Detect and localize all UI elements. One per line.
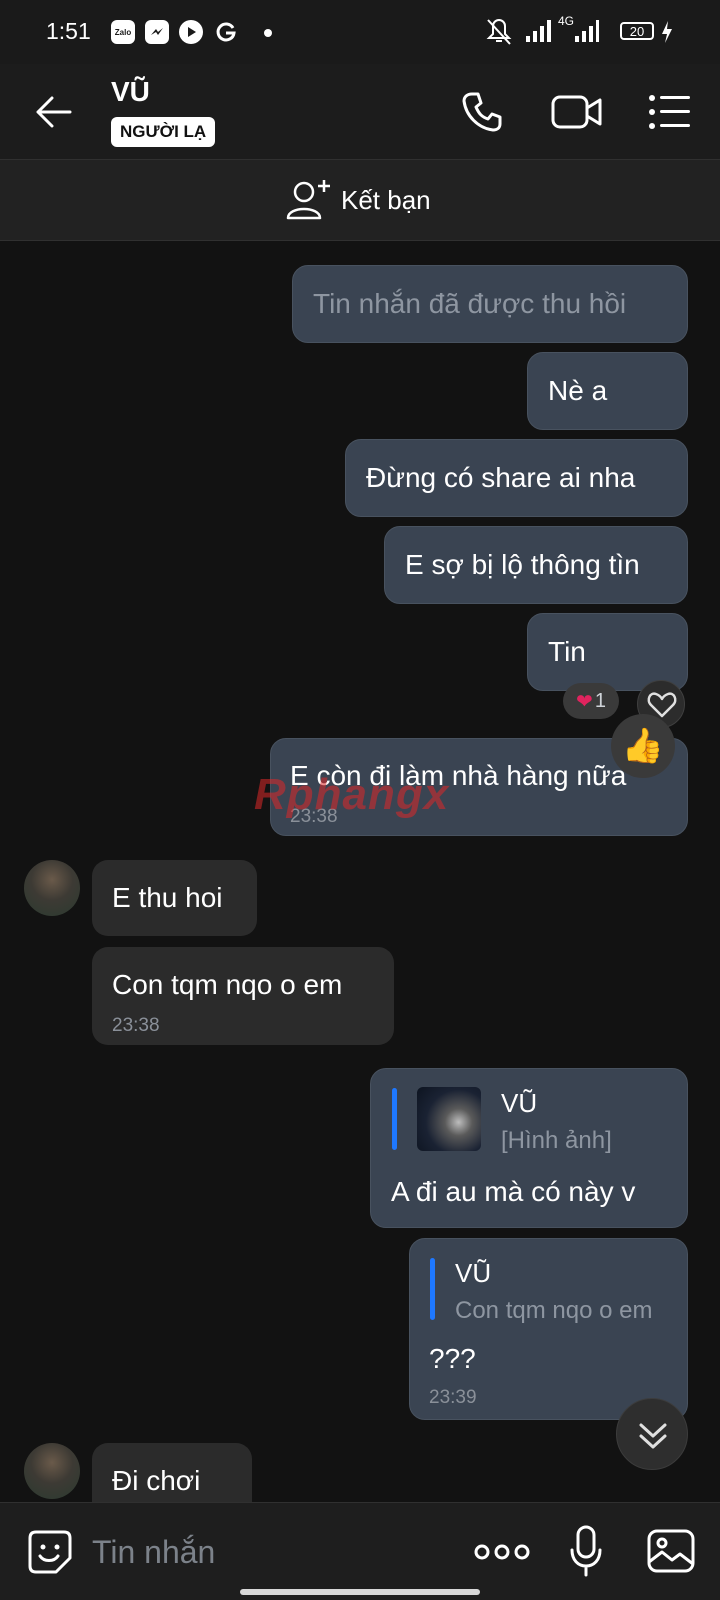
notification-dot [264, 29, 272, 37]
watermark: Rphangx [254, 770, 450, 819]
home-indicator[interactable] [240, 1589, 480, 1595]
received-message-text: Con tqm nqo o em [112, 969, 343, 1000]
quoted-image-thumbnail[interactable] [417, 1087, 481, 1151]
quoted-sender: VŨ [455, 1258, 492, 1288]
heart-icon: ❤ [576, 690, 593, 713]
emoji-icon [28, 1530, 72, 1574]
message-time: 23:39 [429, 1387, 477, 1408]
recalled-message[interactable]: Tin nhắn đã được thu hồi [292, 265, 688, 343]
arrow-left-icon [36, 96, 72, 128]
status-time: 1:51 [46, 18, 91, 44]
sent-message[interactable]: Nè a [527, 352, 688, 430]
avatar[interactable] [24, 1443, 80, 1499]
list-menu-icon [649, 95, 690, 129]
signal-icon-2 [574, 19, 600, 48]
thumbs-up-icon[interactable]: 👍 [611, 714, 675, 778]
sent-message[interactable]: Đừng có share ai nha [345, 439, 688, 517]
chat-header [0, 64, 720, 159]
message-time: 23:38 [112, 1015, 160, 1036]
reply-message-text: A đi au mà có này v [391, 1176, 636, 1207]
voice-record-button[interactable] [568, 1524, 604, 1578]
microphone-icon [570, 1525, 602, 1577]
add-friend-label[interactable]: Kết bạn [341, 185, 431, 216]
sent-message[interactable]: E sợ bị lộ thông tìn [384, 526, 688, 604]
network-type: 4G [558, 14, 575, 28]
video-call-button[interactable] [550, 90, 604, 134]
sticker-button[interactable] [26, 1528, 74, 1576]
mute-icon [484, 18, 514, 51]
quoted-content: [Hình ảnh] [501, 1127, 612, 1154]
back-button[interactable] [32, 90, 76, 134]
google-icon [214, 20, 238, 49]
more-horizontal-icon [474, 1544, 530, 1560]
voice-call-button[interactable] [458, 88, 506, 136]
status-bar [0, 0, 720, 64]
add-friend-icon [286, 178, 332, 225]
received-message[interactable]: E thu hoi [92, 860, 257, 936]
stranger-badge: NGƯỜI LẠ [111, 117, 216, 147]
send-image-button[interactable] [646, 1528, 696, 1574]
contact-name[interactable]: VŨ [111, 76, 150, 108]
menu-button[interactable] [648, 92, 692, 132]
battery-icon: 20 [620, 22, 654, 40]
signal-icon [524, 19, 552, 48]
video-camera-icon [551, 95, 602, 129]
youtube-icon [179, 20, 203, 44]
quoted-content: Con tqm nqo o em [455, 1297, 653, 1324]
reply-message-text: ??? [429, 1343, 476, 1374]
quote-accent-bar [392, 1088, 397, 1150]
zalo-icon: Zalo [111, 20, 135, 44]
messenger-icon [145, 20, 169, 44]
quote-accent-bar [430, 1258, 435, 1320]
scroll-to-bottom-button[interactable] [616, 1398, 688, 1470]
more-options-button[interactable] [474, 1538, 530, 1566]
avatar[interactable] [24, 860, 80, 916]
message-input[interactable] [92, 1530, 452, 1574]
image-gallery-icon [647, 1529, 695, 1573]
quoted-sender: VŨ [501, 1088, 538, 1118]
reaction-summary[interactable]: ❤ 1 [563, 683, 619, 719]
phone-icon [462, 92, 502, 132]
reaction-count: 1 [594, 689, 606, 712]
double-chevron-down-icon [639, 1423, 667, 1449]
charging-icon [660, 20, 674, 49]
